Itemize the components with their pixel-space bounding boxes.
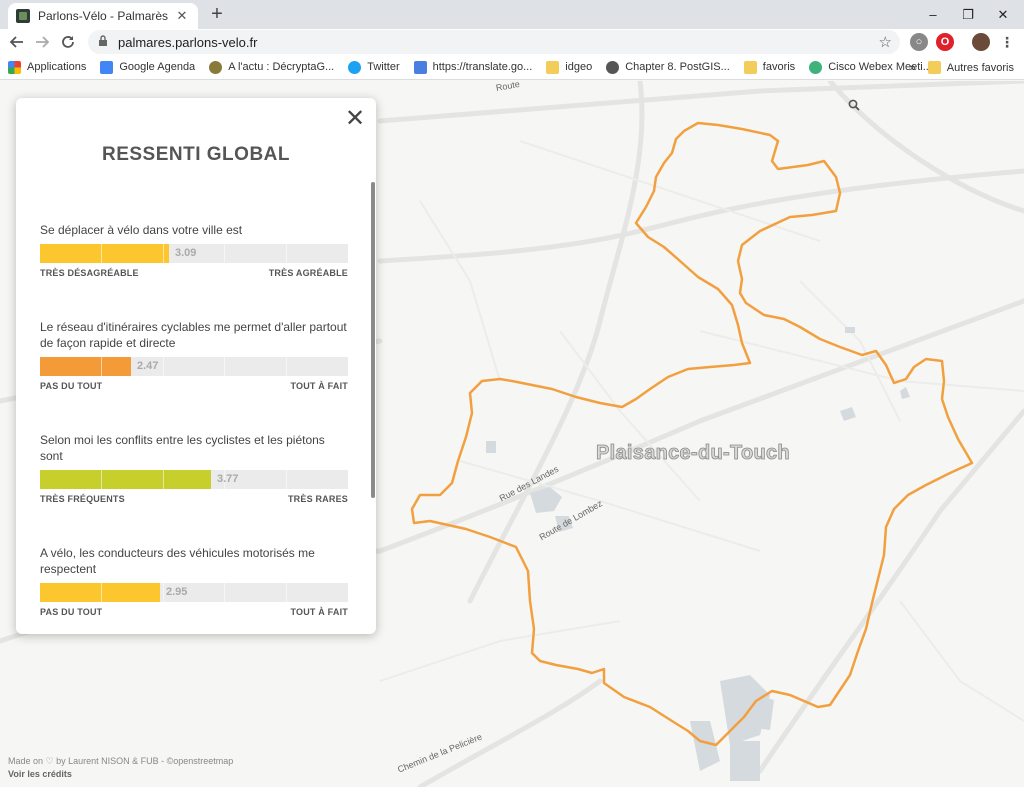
search-icon: [848, 99, 860, 111]
city-label: Plaisance-du-Touch: [596, 442, 790, 465]
bookmark-label: https://translate.go...: [432, 61, 533, 73]
site-favicon-icon: [16, 9, 30, 23]
address-bar[interactable]: palmares.parlons-velo.fr ☆: [88, 30, 900, 54]
bookmark-postgis[interactable]: Chapter 8. PostGIS...: [606, 60, 730, 74]
bookmark-label: Chapter 8. PostGIS...: [625, 61, 730, 73]
map-credits: Made on ♡ by Laurent NISON & FUB - ©open…: [8, 755, 233, 781]
twitter-icon: [348, 60, 362, 74]
bookmark-label: A l'actu : DécryptaG...: [228, 61, 335, 73]
question-1: Le réseau d'itinéraires cyclables me per…: [40, 319, 348, 391]
score-bar: 2.95: [40, 583, 348, 602]
credits-link[interactable]: Voir les crédits: [8, 768, 233, 781]
tab-close-icon[interactable]: ✕: [174, 8, 190, 24]
panel-close-button[interactable]: ✕: [343, 107, 367, 131]
question-2: Selon moi les conflits entre les cyclist…: [40, 432, 348, 504]
scale-min-label: TRÈS DÉSAGRÉABLE: [40, 268, 139, 278]
opera-icon[interactable]: O: [936, 33, 954, 51]
score-bar: 2.47: [40, 357, 348, 376]
forward-arrow-icon: [36, 36, 49, 48]
bookmark-label: Autres favoris: [946, 61, 1014, 74]
back-arrow-icon: [10, 36, 23, 48]
score-value: 2.47: [137, 360, 159, 372]
panel-title: RESSENTI GLOBAL: [101, 144, 290, 165]
scale-max-label: TRÈS AGRÉABLE: [268, 268, 348, 278]
bookmark-label: favoris: [762, 61, 796, 73]
close-window-button[interactable]: ✕: [982, 0, 1024, 29]
profile-avatar[interactable]: [972, 33, 990, 51]
bookmark-favoris[interactable]: favoris: [743, 60, 796, 74]
score-bar-fill: [40, 470, 211, 489]
reload-button[interactable]: [57, 31, 79, 53]
reload-icon: [62, 36, 74, 48]
question-text: Selon moi les conflits entre les cyclist…: [40, 433, 325, 463]
score-bar-fill: [40, 583, 160, 602]
apps-grid-icon: [8, 60, 21, 74]
question-text: A vélo, les conducteurs des véhicules mo…: [40, 546, 315, 576]
scale-max-label: TOUT À FAIT: [290, 381, 348, 391]
panel-scrollbar[interactable]: [371, 182, 375, 498]
credits-text: Made on ♡ by Laurent NISON & FUB - ©open…: [8, 756, 234, 766]
webex-icon: [809, 60, 823, 74]
scale-max-label: TRÈS RARES: [287, 494, 348, 504]
folder-icon: [927, 61, 941, 74]
bookmarks-bar: Applications Google Agenda A l'actu : Dé…: [0, 55, 1024, 80]
bookmark-idgeo[interactable]: idgeo: [546, 60, 593, 74]
folder-icon: [743, 60, 757, 74]
new-tab-button[interactable]: +: [206, 3, 228, 25]
bookmark-google-agenda[interactable]: Google Agenda: [100, 60, 196, 74]
score-value: 2.95: [166, 586, 188, 598]
scale-max-label: TOUT À FAIT: [290, 607, 348, 617]
lock-icon: [98, 35, 108, 49]
question-0: Se déplacer à vélo dans votre ville est …: [40, 206, 348, 278]
question-text: Se déplacer à vélo dans votre ville est: [40, 223, 243, 237]
browser-toolbar: palmares.parlons-velo.fr ☆ ○ O ⋮: [0, 29, 1024, 55]
url-text: palmares.parlons-velo.fr: [118, 34, 258, 50]
tab-title: Parlons-Vélo - Palmarès: [38, 9, 169, 23]
tab-strip: Parlons-Vélo - Palmarès ✕ + – ❐ ✕: [0, 0, 1024, 29]
forward-button[interactable]: [31, 31, 53, 53]
score-bar-fill: [40, 357, 131, 376]
bookmark-label: Applications: [27, 61, 87, 73]
bookmarks-overflow-button[interactable]: »: [910, 62, 916, 74]
translate-icon: [413, 60, 427, 74]
bookmark-applications[interactable]: Applications: [8, 60, 87, 74]
calendar-icon: [100, 60, 114, 74]
bookmark-other-favorites[interactable]: Autres favoris: [927, 61, 1014, 74]
back-button[interactable]: [6, 31, 28, 53]
score-value: 3.77: [217, 473, 239, 485]
scale-min-label: PAS DU TOUT: [40, 607, 103, 617]
bookmark-label: Twitter: [367, 61, 400, 73]
scale-min-label: TRÈS FRÉQUENTS: [40, 494, 125, 504]
menu-icon[interactable]: ⋮: [998, 33, 1016, 51]
score-bar-fill: [40, 244, 169, 263]
question-text: Le réseau d'itinéraires cyclables me per…: [40, 320, 347, 350]
bookmark-translate[interactable]: https://translate.go...: [413, 60, 533, 74]
browser-tab[interactable]: Parlons-Vélo - Palmarès ✕: [8, 3, 198, 29]
globe-icon: [606, 60, 620, 74]
folder-icon: [546, 60, 560, 74]
bookmark-decryptag[interactable]: A l'actu : DécryptaG...: [209, 60, 335, 74]
score-value: 3.09: [175, 247, 197, 259]
bookmark-twitter[interactable]: Twitter: [348, 60, 400, 74]
scale-min-label: PAS DU TOUT: [40, 381, 103, 391]
bookmark-star-icon[interactable]: ☆: [879, 33, 892, 51]
bookmark-label: idgeo: [565, 61, 593, 73]
bookmark-label: Google Agenda: [119, 61, 196, 73]
question-3: A vélo, les conducteurs des véhicules mo…: [40, 545, 348, 617]
ressenti-panel: ✕ RESSENTI GLOBAL Se déplacer à vélo dan…: [16, 98, 376, 634]
pin-icon: [209, 60, 223, 74]
score-bar: 3.77: [40, 470, 348, 489]
extension-icon[interactable]: ○: [910, 33, 928, 51]
score-bar: 3.09: [40, 244, 348, 263]
